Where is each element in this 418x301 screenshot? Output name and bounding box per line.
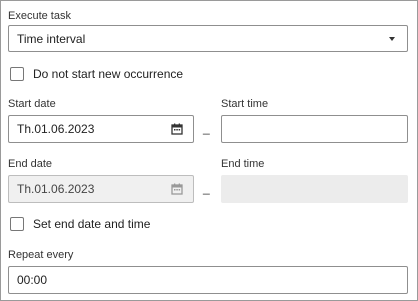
execute-task-value: Time interval [17,31,86,46]
execute-task-select[interactable]: Time interval [8,25,408,52]
end-date-value: Th.01.06.2023 [17,182,95,196]
set-end-label: Set end date and time [33,217,151,231]
set-end-checkbox[interactable] [10,217,24,231]
do-not-start-label: Do not start new occurrence [33,67,184,81]
chevron-down-icon[interactable] [389,36,395,41]
start-time-label: Start time [221,98,269,110]
end-separator: _ [203,181,210,195]
end-date-input: Th.01.06.2023 [8,175,194,203]
repeat-every-input[interactable]: 00:00 [8,266,408,294]
start-separator: _ [203,121,210,135]
start-time-input[interactable] [221,115,408,143]
calendar-icon [171,183,183,195]
end-time-label: End time [221,158,265,170]
end-date-label: End date [8,158,53,170]
end-time-input [221,175,408,203]
execute-task-label: Execute task [8,10,71,22]
repeat-every-label: Repeat every [8,249,74,261]
start-date-input[interactable]: Th.01.06.2023 [8,115,194,143]
start-date-label: Start date [8,98,56,110]
repeat-every-value: 00:00 [17,273,48,287]
calendar-icon[interactable] [171,123,183,135]
do-not-start-checkbox[interactable] [10,67,24,81]
start-date-value: Th.01.06.2023 [17,122,95,136]
task-schedule-panel: Execute task Time interval Do not start … [0,0,418,301]
